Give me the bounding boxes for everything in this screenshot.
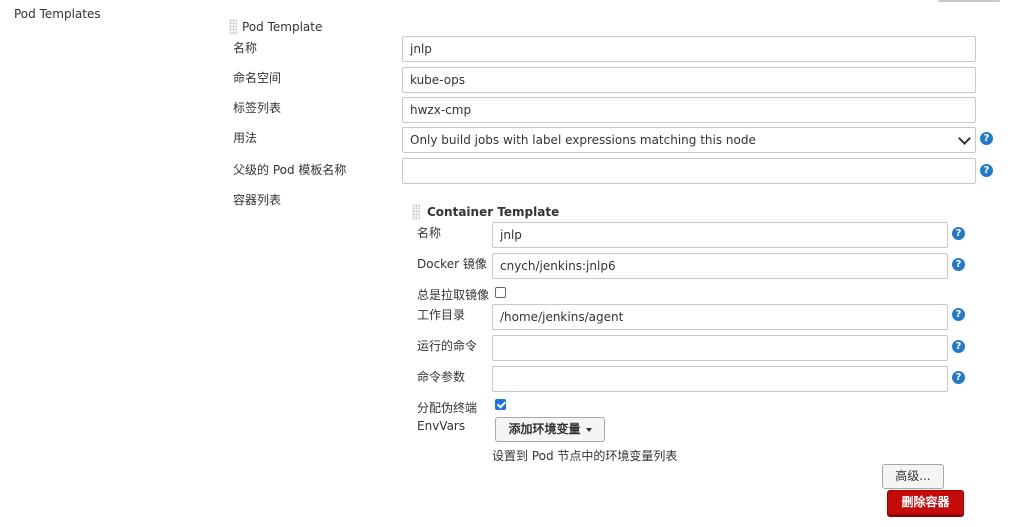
- namespace-input[interactable]: kube-ops: [402, 67, 976, 93]
- help-icon[interactable]: ?: [952, 227, 965, 240]
- tty-checkbox[interactable]: [495, 399, 506, 410]
- workdir-label: 工作目录: [417, 308, 466, 322]
- parent-pod-template-input[interactable]: [402, 158, 976, 184]
- advanced-button[interactable]: 高级...: [882, 464, 944, 489]
- drag-handle-icon[interactable]: [229, 19, 237, 35]
- command-input[interactable]: [492, 335, 948, 361]
- help-icon[interactable]: ?: [952, 340, 965, 353]
- docker-image-input[interactable]: cnych/jenkins:jnlp6: [492, 253, 948, 279]
- chevron-down-icon: [958, 132, 971, 145]
- namespace-label: 命名空间: [233, 71, 282, 85]
- scroll-edge: [938, 0, 1000, 2]
- section-title: Pod Templates: [14, 7, 101, 21]
- usage-label: 用法: [233, 131, 258, 145]
- always-pull-label: 总是拉取镜像: [417, 288, 490, 302]
- args-label: 命令参数: [417, 370, 466, 384]
- always-pull-checkbox[interactable]: [495, 287, 506, 298]
- labels-label: 标签列表: [233, 101, 282, 115]
- container-name-input[interactable]: jnlp: [492, 222, 948, 248]
- container-template-header: Container Template: [427, 205, 560, 219]
- add-env-var-button-label: 添加环境变量: [508, 422, 581, 436]
- envvars-hint: 设置到 Pod 节点中的环境变量列表: [492, 449, 678, 463]
- usage-select-value: Only build jobs with label expressions m…: [410, 133, 756, 147]
- workdir-input[interactable]: /home/jenkins/agent: [492, 304, 948, 330]
- caret-down-icon: [585, 427, 592, 432]
- containers-label: 容器列表: [233, 193, 282, 207]
- labels-input[interactable]: hwzx-cmp: [402, 97, 976, 123]
- help-icon[interactable]: ?: [980, 132, 993, 145]
- pod-template-header: Pod Template: [242, 20, 323, 34]
- parent-pod-template-label: 父级的 Pod 模板名称: [233, 163, 347, 177]
- pod-name-label: 名称: [233, 41, 258, 55]
- help-icon[interactable]: ?: [952, 308, 965, 321]
- usage-select[interactable]: Only build jobs with label expressions m…: [402, 127, 976, 153]
- help-icon[interactable]: ?: [952, 371, 965, 384]
- delete-container-button[interactable]: 删除容器: [887, 490, 964, 515]
- command-label: 运行的命令: [417, 339, 478, 353]
- pod-name-input[interactable]: jnlp: [402, 36, 976, 62]
- drag-handle-icon[interactable]: [412, 204, 420, 220]
- help-icon[interactable]: ?: [980, 164, 993, 177]
- tty-label: 分配伪终端: [417, 401, 478, 415]
- help-icon[interactable]: ?: [952, 258, 965, 271]
- container-name-label: 名称: [417, 226, 442, 240]
- args-input[interactable]: [492, 366, 948, 392]
- envvars-label: EnvVars: [417, 419, 466, 433]
- docker-image-label: Docker 镜像: [417, 257, 487, 271]
- add-env-var-button[interactable]: 添加环境变量: [495, 417, 605, 442]
